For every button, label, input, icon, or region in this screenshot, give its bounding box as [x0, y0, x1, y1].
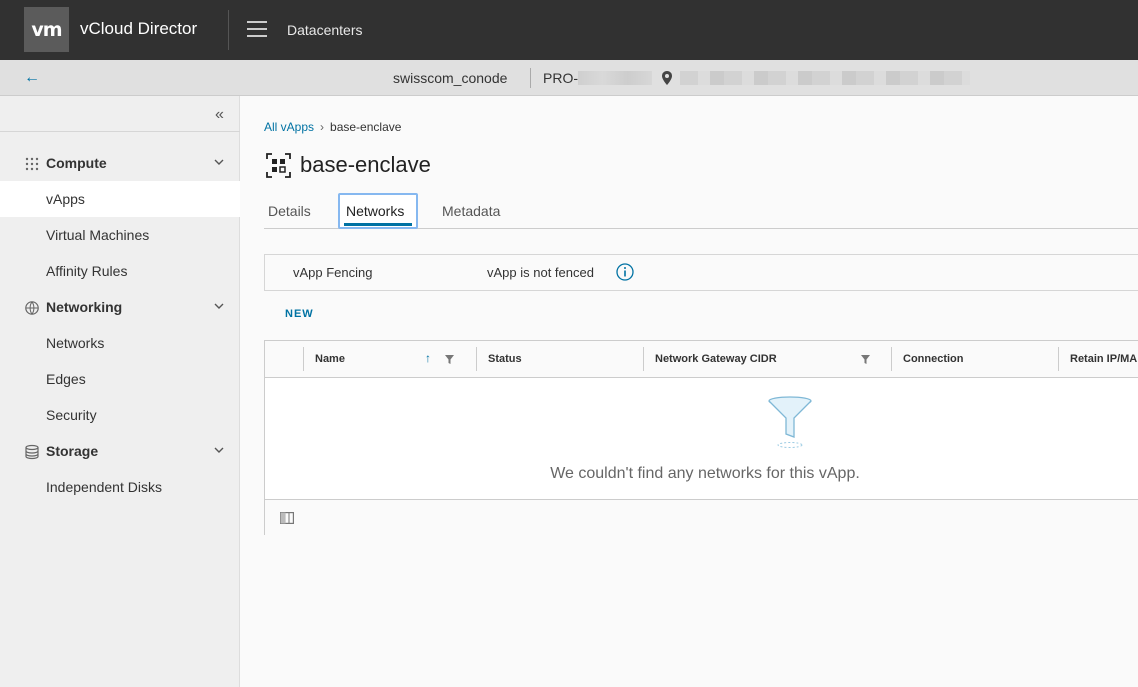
fencing-value: vApp is not fenced — [487, 265, 594, 280]
main-content: All vApps › base-enclave base-enclave Deta… — [240, 96, 1138, 687]
info-icon[interactable] — [616, 263, 634, 281]
chevron-down-icon — [214, 303, 224, 309]
sidebar-item-label: Affinity Rules — [46, 263, 128, 279]
tab-networks[interactable]: Networks — [338, 193, 418, 229]
breadcrumb-current: base-enclave — [330, 120, 402, 134]
column-header-label: Connection — [903, 353, 964, 365]
column-header-gateway-cidr[interactable]: Network Gateway CIDR — [643, 341, 891, 378]
sidebar-group-label: Networking — [46, 299, 123, 315]
sidebar-item-label: Virtual Machines — [46, 227, 150, 243]
context-bar: ← swisscom_conode PRO- — [0, 60, 1138, 96]
redacted-location — [680, 71, 970, 85]
location-pin-icon — [662, 71, 672, 85]
sidebar-item-security[interactable]: Security — [0, 397, 240, 433]
column-divider — [1058, 347, 1059, 371]
sidebar-group-compute[interactable]: Compute — [0, 145, 240, 181]
vapp-icon — [266, 153, 291, 178]
sidebar-item-affinity-rules[interactable]: Affinity Rules — [0, 253, 240, 289]
sidebar-group-label: Compute — [46, 155, 107, 171]
tab-label: Networks — [346, 203, 405, 219]
page-title: base-enclave — [300, 152, 431, 177]
datagrid-footer — [265, 499, 1138, 535]
datagrid-header: Name ↑ Status Network Gateway CIDR Conne… — [265, 341, 1138, 378]
breadcrumb-separator-icon: › — [320, 120, 325, 134]
sidebar-collapse-row: « — [0, 96, 240, 132]
filter-icon[interactable] — [445, 355, 454, 364]
back-arrow-icon[interactable]: ← — [24, 69, 40, 87]
empty-state-message: We couldn't find any networks for this v… — [550, 465, 860, 482]
column-header-label: Name — [315, 353, 345, 365]
column-divider — [891, 347, 892, 371]
sidebar: « Compute vApps Virtual Machines Affinit… — [0, 96, 240, 687]
column-header-name[interactable]: Name ↑ — [303, 341, 476, 378]
sidebar-item-networks[interactable]: Networks — [0, 325, 240, 361]
column-header-connection[interactable]: Connection — [891, 341, 1058, 378]
chevron-down-icon — [214, 159, 224, 165]
datagrid-empty-state: We couldn't find any networks for this v… — [265, 379, 1138, 499]
column-header-status[interactable]: Status — [476, 341, 643, 378]
sidebar-group-networking[interactable]: Networking — [0, 289, 240, 325]
vdc-name: PRO- — [543, 70, 578, 86]
org-name: swisscom_conode — [393, 70, 508, 86]
column-toggle-icon[interactable] — [280, 512, 294, 524]
sidebar-group-storage[interactable]: Storage — [0, 433, 240, 469]
sidebar-item-label: vApps — [46, 191, 85, 207]
sidebar-item-edges[interactable]: Edges — [0, 361, 240, 397]
filter-icon[interactable] — [861, 355, 870, 364]
column-header-label: Network Gateway CIDR — [655, 353, 777, 365]
column-divider — [476, 347, 477, 371]
networks-datagrid: Name ↑ Status Network Gateway CIDR Conne… — [264, 340, 1138, 535]
vmware-logo[interactable]: vm — [24, 7, 69, 52]
sidebar-item-label: Edges — [46, 371, 86, 387]
tab-details[interactable]: Details — [264, 193, 324, 229]
header-divider — [228, 10, 229, 50]
app-title: vCloud Director — [80, 19, 198, 38]
nav-datacenters[interactable]: Datacenters — [287, 22, 362, 38]
top-header: vm vCloud Director Datacenters — [0, 0, 1138, 60]
redacted-vdc-name — [578, 71, 652, 85]
column-divider — [303, 347, 304, 371]
column-header-label: Retain IP/MA — [1070, 353, 1138, 365]
column-header-retain-ip[interactable]: Retain IP/MA — [1058, 341, 1138, 378]
breadcrumb-all-vapps-link[interactable]: All vApps — [264, 120, 314, 134]
sidebar-item-label: Independent Disks — [46, 479, 162, 495]
storage-database-icon — [25, 444, 39, 460]
sidebar-item-vapps[interactable]: vApps — [0, 181, 240, 217]
tab-bar: Details Networks Metadata — [264, 193, 1138, 229]
compute-grid-icon — [25, 157, 39, 171]
empty-funnel-icon — [768, 396, 812, 448]
sidebar-item-virtual-machines[interactable]: Virtual Machines — [0, 217, 240, 253]
sidebar-item-independent-disks[interactable]: Independent Disks — [0, 469, 240, 505]
hamburger-menu-icon[interactable] — [247, 21, 267, 39]
tab-metadata[interactable]: Metadata — [438, 193, 518, 229]
vapp-fencing-row: vApp Fencing vApp is not fenced — [264, 254, 1138, 291]
column-divider — [643, 347, 644, 371]
sidebar-item-label: Security — [46, 407, 97, 423]
context-divider — [530, 68, 531, 88]
sidebar-group-label: Storage — [46, 443, 99, 459]
tab-label: Metadata — [442, 203, 501, 219]
networking-globe-icon — [25, 301, 39, 315]
chevron-down-icon — [214, 447, 224, 453]
tab-label: Details — [268, 203, 311, 219]
new-network-button[interactable]: NEW — [285, 308, 314, 320]
breadcrumb: All vApps › base-enclave — [264, 120, 401, 134]
column-header-label: Status — [488, 353, 522, 365]
fencing-label: vApp Fencing — [293, 265, 373, 280]
sidebar-item-label: Networks — [46, 335, 105, 351]
collapse-sidebar-icon[interactable]: « — [215, 106, 224, 124]
sort-ascending-icon[interactable]: ↑ — [425, 351, 431, 365]
